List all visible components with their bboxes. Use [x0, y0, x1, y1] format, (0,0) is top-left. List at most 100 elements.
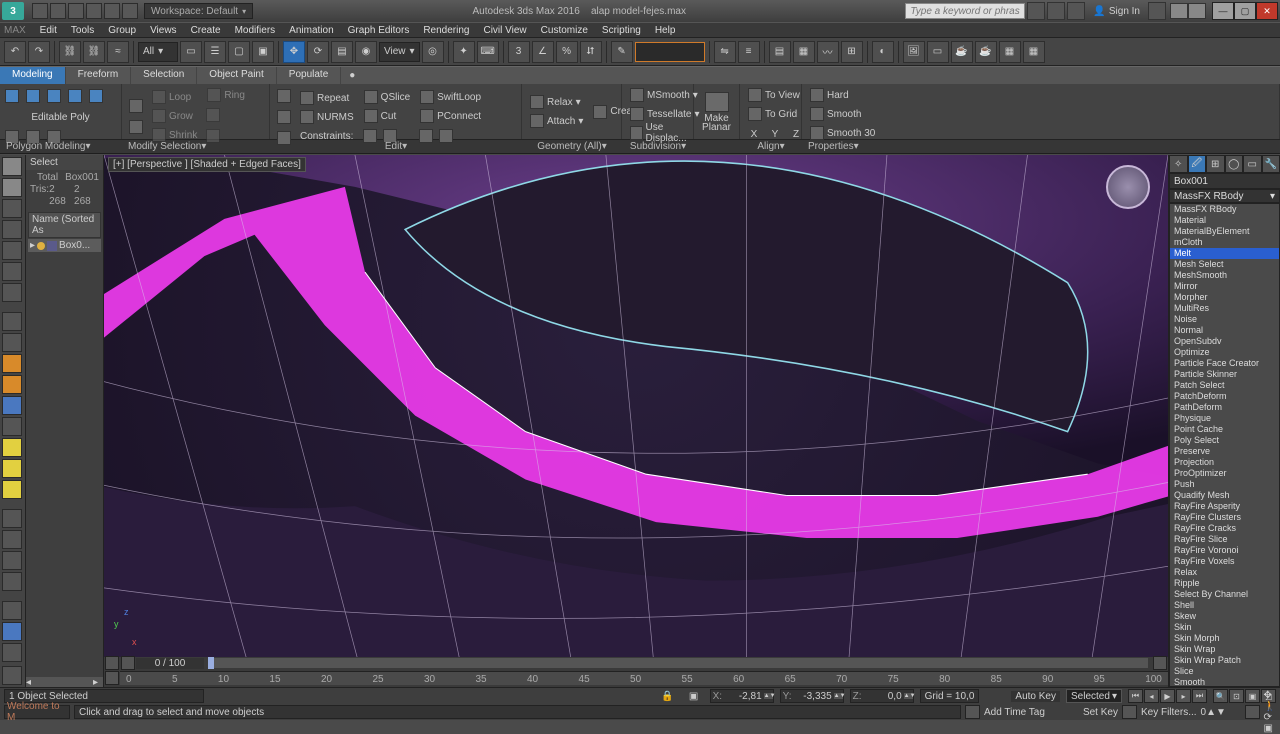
modifier-item[interactable]: ProOptimizer: [1170, 468, 1279, 479]
scene-item-box001[interactable]: ▸ Box0...: [28, 239, 101, 252]
view-cube[interactable]: [1106, 165, 1150, 209]
subobj-border-icon[interactable]: [44, 86, 64, 106]
sign-in-button[interactable]: 👤Sign In: [1087, 6, 1146, 17]
modifier-item[interactable]: PatchDeform: [1170, 391, 1279, 402]
swiftloop-button[interactable]: SwiftLoop: [416, 88, 485, 106]
bind-spacewarp-icon[interactable]: ≈: [107, 41, 129, 63]
modifier-item[interactable]: Select By Channel: [1170, 589, 1279, 600]
key-filters-button[interactable]: Key Filters...: [1141, 707, 1197, 718]
modifier-item[interactable]: Material: [1170, 215, 1279, 226]
render-production-icon[interactable]: ☕: [975, 41, 997, 63]
hard-button[interactable]: Hard: [806, 86, 879, 104]
redo-icon[interactable]: ↷: [28, 41, 50, 63]
comm-center-icon[interactable]: [965, 705, 980, 719]
scene-hscroll[interactable]: ◂▸: [26, 677, 103, 687]
create-tab-icon[interactable]: ✧: [1169, 155, 1188, 173]
menu-help[interactable]: Help: [649, 25, 682, 36]
menu-create[interactable]: Create: [185, 25, 227, 36]
zoom-icon[interactable]: 🔍: [1213, 689, 1228, 703]
modifier-item[interactable]: Morpher: [1170, 292, 1279, 303]
select-by-name-icon[interactable]: ☰: [204, 41, 226, 63]
repeat-button[interactable]: Repeat: [296, 89, 358, 107]
utilities-tab-icon[interactable]: 🔧: [1262, 155, 1280, 173]
modifier-item[interactable]: Skin Morph: [1170, 633, 1279, 644]
timeline-slider[interactable]: [208, 658, 1148, 668]
qat-undo-icon[interactable]: [86, 3, 102, 19]
modifier-list[interactable]: MassFX RBodyMaterialMaterialByElementmCl…: [1169, 203, 1280, 687]
modifier-item[interactable]: Noise: [1170, 314, 1279, 325]
align-icon[interactable]: ≡: [738, 41, 760, 63]
link-icon[interactable]: ⛓: [59, 41, 81, 63]
ref-coord-dropdown[interactable]: View: [379, 42, 420, 62]
modify-tab-icon[interactable]: 🖉: [1188, 155, 1207, 173]
smooth-button[interactable]: Smooth: [806, 105, 879, 123]
left-xref-icon[interactable]: [2, 509, 22, 528]
left-sphere-icon[interactable]: [2, 333, 22, 352]
modifier-item[interactable]: Push: [1170, 479, 1279, 490]
modifier-item[interactable]: Shell: [1170, 600, 1279, 611]
layer-explorer-icon[interactable]: ▤: [769, 41, 791, 63]
edit-a-icon[interactable]: [274, 86, 294, 106]
modifier-item[interactable]: PathDeform: [1170, 402, 1279, 413]
render-iterative-icon[interactable]: ▦: [999, 41, 1021, 63]
modifier-item[interactable]: Melt: [1170, 248, 1279, 259]
modifier-item[interactable]: Normal: [1170, 325, 1279, 336]
preview-sel-icon[interactable]: [126, 96, 146, 116]
modifier-item[interactable]: mCloth: [1170, 237, 1279, 248]
subobj-edge-icon[interactable]: [23, 86, 43, 106]
left-light-icon[interactable]: [2, 354, 22, 373]
curve-editor-icon[interactable]: 〰: [817, 41, 839, 63]
timeline-next-icon[interactable]: [121, 656, 135, 670]
modifier-item[interactable]: Skin: [1170, 622, 1279, 633]
spinner-snap-icon[interactable]: ⮃: [580, 41, 602, 63]
loop-button[interactable]: Loop: [148, 88, 201, 106]
tab-modeling[interactable]: Modeling: [0, 67, 66, 84]
rect-region-icon[interactable]: ▢: [228, 41, 250, 63]
material-editor-icon[interactable]: ◐: [872, 41, 894, 63]
search-icon[interactable]: [1027, 2, 1045, 20]
key-mode-dropdown[interactable]: Selected▾: [1066, 689, 1122, 703]
select-scale-icon[interactable]: ▤: [331, 41, 353, 63]
viewport-label[interactable]: [+] [Perspective ] [Shaded + Edged Faces…: [108, 157, 306, 172]
modifier-item[interactable]: RayFire Cracks: [1170, 523, 1279, 534]
left-calc-icon[interactable]: [2, 643, 22, 662]
goto-start-icon[interactable]: ⏮: [1128, 689, 1143, 703]
left-planet-icon[interactable]: [2, 622, 22, 641]
ignore-backfacing-icon[interactable]: [126, 117, 146, 137]
goto-end-icon[interactable]: ⏭: [1192, 689, 1207, 703]
time-config-icon[interactable]: [1245, 705, 1260, 719]
select-manipulate-icon[interactable]: ✦: [453, 41, 475, 63]
key-icon[interactable]: [1122, 705, 1137, 719]
window-crossing-icon[interactable]: ▣: [252, 41, 274, 63]
cut-button[interactable]: Cut: [360, 107, 414, 125]
select-move-icon[interactable]: ✥: [283, 41, 305, 63]
qslice-button[interactable]: QSlice: [360, 88, 414, 106]
modifier-item[interactable]: Preserve: [1170, 446, 1279, 457]
modifier-item[interactable]: Mirror: [1170, 281, 1279, 292]
group-label-polygon-modeling[interactable]: Polygon Modeling: [0, 140, 122, 153]
left-camera-icon[interactable]: [2, 396, 22, 415]
modifier-item[interactable]: Poly Select: [1170, 435, 1279, 446]
schematic-view-icon[interactable]: ⊞: [841, 41, 863, 63]
align-togrid-button[interactable]: To Grid: [744, 105, 806, 123]
modifier-item[interactable]: Skew: [1170, 611, 1279, 622]
motion-tab-icon[interactable]: ◯: [1225, 155, 1244, 173]
left-group-icon[interactable]: [2, 551, 22, 570]
modifier-item[interactable]: Quadify Mesh: [1170, 490, 1279, 501]
pan-icon[interactable]: ✥: [1264, 690, 1276, 701]
modifier-item[interactable]: RayFire Slice: [1170, 534, 1279, 545]
visibility-icon[interactable]: [37, 242, 45, 250]
close-button[interactable]: ✕: [1256, 2, 1278, 20]
ring-button[interactable]: Ring: [203, 86, 249, 104]
qat-new-icon[interactable]: [32, 3, 48, 19]
edit-named-sel-icon[interactable]: ✎: [611, 41, 633, 63]
tessellate-button[interactable]: Tessellate▾: [626, 105, 704, 123]
zoom-extents-icon[interactable]: ▣: [1245, 689, 1260, 703]
unlink-icon[interactable]: ⛓: [83, 41, 105, 63]
tab-object-paint[interactable]: Object Paint: [197, 67, 276, 84]
modifier-item[interactable]: Slice: [1170, 666, 1279, 677]
group-label-align[interactable]: Align: [740, 140, 802, 153]
left-shade-icon[interactable]: [2, 157, 22, 176]
set-key-button[interactable]: Set Key: [1083, 707, 1118, 718]
hierarchy-tab-icon[interactable]: ⊞: [1206, 155, 1225, 173]
